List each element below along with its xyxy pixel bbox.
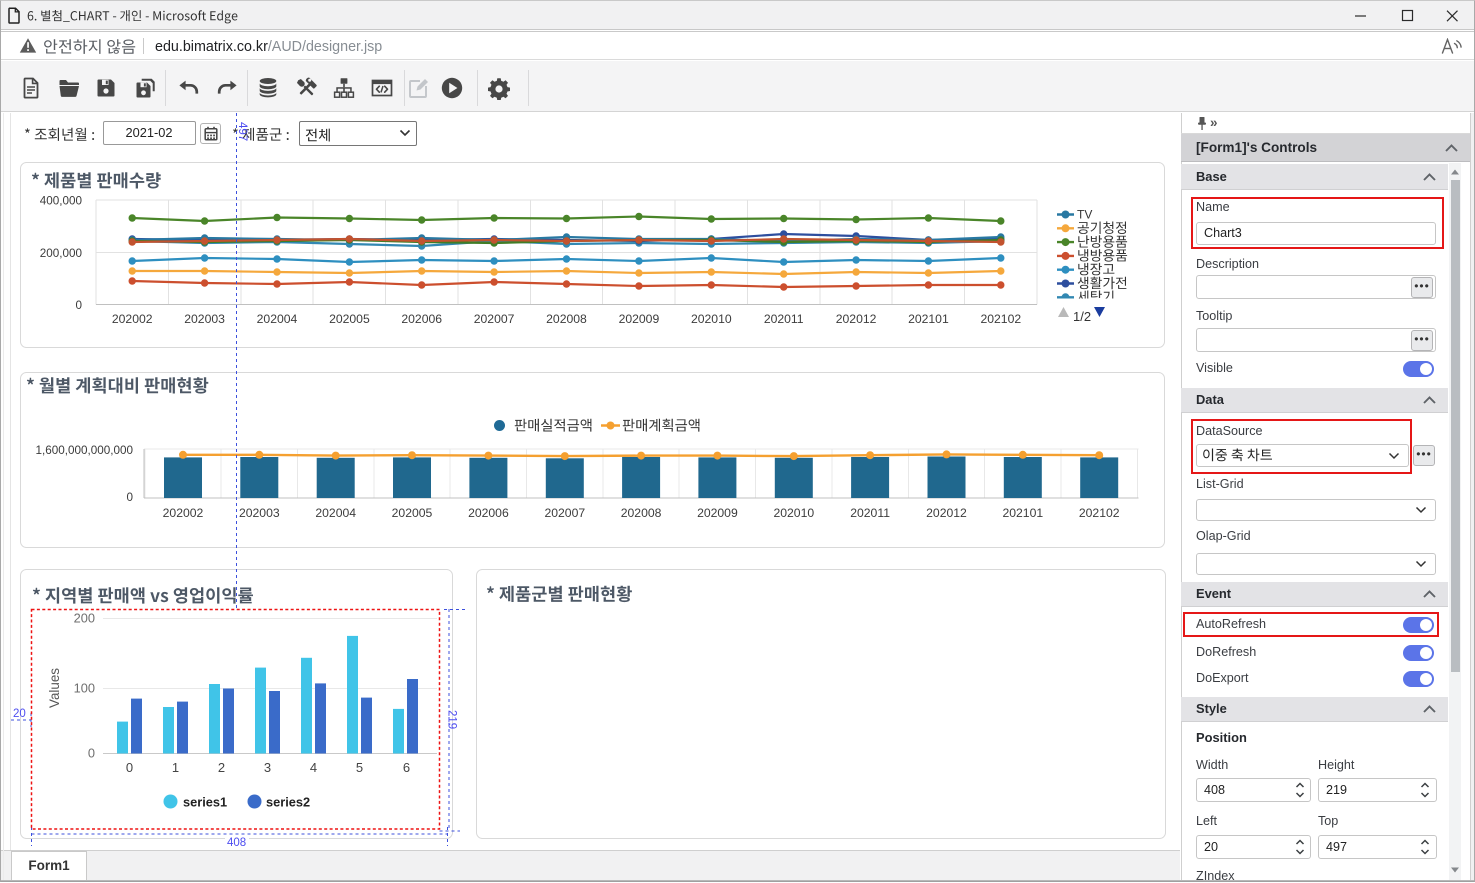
svg-text:219: 219 xyxy=(446,710,458,729)
svg-text:202005: 202005 xyxy=(392,506,433,520)
svg-text:202003: 202003 xyxy=(239,506,280,520)
svg-text:202011: 202011 xyxy=(764,312,804,326)
svg-text:408: 408 xyxy=(227,837,246,849)
svg-text:202005: 202005 xyxy=(329,312,370,326)
svg-text:202101: 202101 xyxy=(1002,506,1043,520)
svg-text:202003: 202003 xyxy=(184,312,225,326)
svg-text:1: 1 xyxy=(172,760,179,775)
svg-text:0: 0 xyxy=(126,491,133,504)
svg-text:202008: 202008 xyxy=(546,312,587,326)
svg-text:1,600,000,000,000: 1,600,000,000,000 xyxy=(36,444,134,457)
svg-text:TV: TV xyxy=(1077,208,1092,222)
svg-text:202012: 202012 xyxy=(836,312,877,326)
svg-text:202010: 202010 xyxy=(773,506,814,520)
svg-text:202102: 202102 xyxy=(1079,506,1120,520)
svg-text:200,000: 200,000 xyxy=(40,247,83,260)
svg-text:202002: 202002 xyxy=(112,312,153,326)
svg-text:400,000: 400,000 xyxy=(40,195,83,208)
svg-text:5: 5 xyxy=(356,760,363,775)
svg-text:20: 20 xyxy=(13,708,26,720)
svg-text:202002: 202002 xyxy=(163,506,204,520)
svg-text:202102: 202102 xyxy=(980,312,1021,326)
svg-text:202004: 202004 xyxy=(257,312,298,326)
svg-text:Values: Values xyxy=(47,668,62,708)
svg-text:0: 0 xyxy=(88,746,95,761)
svg-text:4: 4 xyxy=(310,760,317,775)
svg-text:497: 497 xyxy=(236,122,248,141)
svg-text:3: 3 xyxy=(264,760,271,775)
svg-text:202011: 202011 xyxy=(850,506,890,520)
svg-text:2: 2 xyxy=(218,760,225,775)
svg-text:202009: 202009 xyxy=(697,506,738,520)
svg-text:200: 200 xyxy=(74,611,95,626)
svg-text:series2: series2 xyxy=(266,795,310,810)
svg-text:0: 0 xyxy=(75,299,82,312)
svg-text:202006: 202006 xyxy=(401,312,442,326)
svg-text:202007: 202007 xyxy=(474,312,515,326)
svg-text:1/2: 1/2 xyxy=(1073,309,1091,324)
svg-text:202006: 202006 xyxy=(468,506,509,520)
svg-text:202008: 202008 xyxy=(621,506,662,520)
svg-text:202004: 202004 xyxy=(315,506,356,520)
svg-text:202009: 202009 xyxy=(619,312,660,326)
svg-text:202012: 202012 xyxy=(926,506,967,520)
svg-text:202010: 202010 xyxy=(691,312,732,326)
svg-text:100: 100 xyxy=(74,681,95,696)
svg-text:202101: 202101 xyxy=(908,312,949,326)
svg-text:202007: 202007 xyxy=(544,506,585,520)
svg-text:series1: series1 xyxy=(183,795,227,810)
svg-text:0: 0 xyxy=(126,760,133,775)
svg-text:6: 6 xyxy=(403,760,410,775)
